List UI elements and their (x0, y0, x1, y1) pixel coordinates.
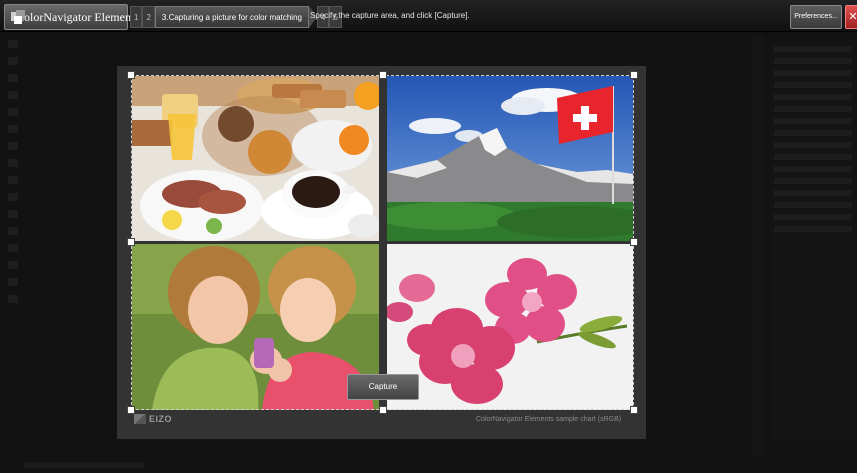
chart-caption: ColorNavigator Elements sample chart (sR… (476, 416, 622, 423)
resize-handle-top[interactable] (379, 71, 387, 79)
background-toolbox (5, 40, 21, 340)
resize-handle-right[interactable] (630, 238, 638, 246)
step-1: 1 (130, 6, 143, 28)
background-right-panel (770, 40, 856, 440)
step-3-active: 3.Capturing a picture for color matching (154, 6, 309, 28)
resize-handle-bottom-right[interactable] (630, 406, 638, 414)
resize-handle-top-right[interactable] (630, 71, 638, 79)
app-title-tab: ColorNavigator Elements (4, 4, 139, 30)
app-title: ColorNavigator Elements (16, 9, 139, 24)
eizo-brand-text: EIZO (149, 414, 173, 424)
resize-handle-left[interactable] (127, 238, 135, 246)
eizo-mark-icon (134, 414, 146, 424)
instruction-text: Specify the capture area, and click [Cap… (310, 11, 470, 20)
resize-handle-top-left[interactable] (127, 71, 135, 79)
capture-button[interactable]: Capture (347, 374, 419, 400)
background-panel-strip (752, 36, 764, 456)
capture-area-selection[interactable] (131, 75, 634, 410)
background-status-bar (24, 462, 144, 468)
resize-handle-bottom-left[interactable] (127, 406, 135, 414)
eizo-logo: EIZO (134, 414, 172, 424)
resize-handle-bottom[interactable] (379, 406, 387, 414)
close-button[interactable]: ✕ (845, 5, 857, 29)
preferences-button[interactable]: Preferences... (790, 5, 842, 29)
step-2: 2 (142, 6, 155, 28)
title-bar: ColorNavigator Elements 1 2 3.Capturing … (0, 0, 857, 32)
